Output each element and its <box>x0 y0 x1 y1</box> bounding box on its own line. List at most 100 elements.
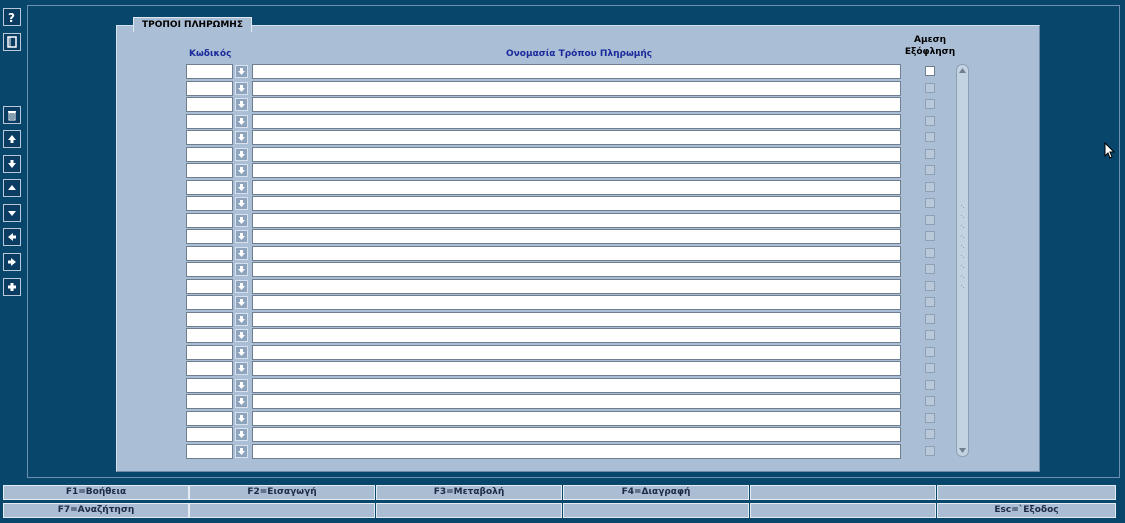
code-input[interactable] <box>186 81 233 96</box>
direct-settlement-checkbox[interactable] <box>925 165 935 175</box>
payment-method-name-input[interactable] <box>252 394 901 409</box>
payment-method-name-input[interactable] <box>252 295 901 310</box>
next-record-icon[interactable] <box>3 253 21 271</box>
direct-settlement-checkbox[interactable] <box>925 363 935 373</box>
payment-method-name-input[interactable] <box>252 180 901 195</box>
payment-method-name-input[interactable] <box>252 163 901 178</box>
code-input[interactable] <box>186 394 233 409</box>
code-input[interactable] <box>186 328 233 343</box>
add-icon[interactable] <box>3 278 21 296</box>
list-of-values-button[interactable] <box>235 164 248 177</box>
code-input[interactable] <box>186 130 233 145</box>
payment-method-name-input[interactable] <box>252 312 901 327</box>
list-of-values-button[interactable] <box>235 214 248 227</box>
code-input[interactable] <box>186 114 233 129</box>
direct-settlement-checkbox[interactable] <box>925 330 935 340</box>
payment-method-name-input[interactable] <box>252 246 901 261</box>
code-input[interactable] <box>186 279 233 294</box>
list-of-values-button[interactable] <box>235 131 248 144</box>
list-of-values-button[interactable] <box>235 346 248 359</box>
function-key-button[interactable]: F2=Εισαγωγή <box>189 485 375 500</box>
payment-method-name-input[interactable] <box>252 114 901 129</box>
direct-settlement-checkbox[interactable] <box>925 198 935 208</box>
list-of-values-button[interactable] <box>235 197 248 210</box>
direct-settlement-checkbox[interactable] <box>925 413 935 423</box>
code-input[interactable] <box>186 64 233 79</box>
list-of-values-button[interactable] <box>235 395 248 408</box>
direct-settlement-checkbox[interactable] <box>925 132 935 142</box>
payment-method-name-input[interactable] <box>252 147 901 162</box>
direct-settlement-checkbox[interactable] <box>925 380 935 390</box>
payment-method-name-input[interactable] <box>252 279 901 294</box>
direct-settlement-checkbox[interactable] <box>925 99 935 109</box>
function-key-button[interactable]: F3=Μεταβολή <box>376 485 562 500</box>
code-input[interactable] <box>186 295 233 310</box>
function-key-button[interactable]: F4=Διαγραφή <box>563 485 749 500</box>
direct-settlement-checkbox[interactable] <box>925 248 935 258</box>
direct-settlement-checkbox[interactable] <box>925 231 935 241</box>
function-key-button[interactable] <box>189 503 375 518</box>
book-icon[interactable] <box>3 33 21 51</box>
payment-method-name-input[interactable] <box>252 345 901 360</box>
code-input[interactable] <box>186 411 233 426</box>
code-input[interactable] <box>186 180 233 195</box>
function-key-button[interactable]: F7=Αναζήτηση <box>3 503 189 518</box>
list-of-values-button[interactable] <box>235 329 248 342</box>
payment-method-name-input[interactable] <box>252 328 901 343</box>
list-of-values-button[interactable] <box>235 428 248 441</box>
code-input[interactable] <box>186 163 233 178</box>
code-input[interactable] <box>186 97 233 112</box>
code-input[interactable] <box>186 378 233 393</box>
list-of-values-button[interactable] <box>235 115 248 128</box>
function-key-button[interactable]: Esc=`Εξοδος <box>937 503 1116 518</box>
direct-settlement-checkbox[interactable] <box>925 264 935 274</box>
code-input[interactable] <box>186 361 233 376</box>
code-input[interactable] <box>186 196 233 211</box>
list-of-values-button[interactable] <box>235 230 248 243</box>
direct-settlement-checkbox[interactable] <box>925 429 935 439</box>
vertical-scrollbar[interactable] <box>956 64 969 457</box>
function-key-button[interactable] <box>937 485 1116 500</box>
function-key-button[interactable] <box>563 503 749 518</box>
payment-method-name-input[interactable] <box>252 361 901 376</box>
prev-block-icon[interactable] <box>3 179 21 197</box>
function-key-button[interactable]: F1=Βοήθεια <box>3 485 189 500</box>
direct-settlement-checkbox[interactable] <box>925 446 935 456</box>
payment-method-name-input[interactable] <box>252 196 901 211</box>
help-icon[interactable]: ? <box>3 8 21 26</box>
list-of-values-button[interactable] <box>235 181 248 194</box>
list-of-values-button[interactable] <box>235 280 248 293</box>
payment-method-name-input[interactable] <box>252 378 901 393</box>
code-input[interactable] <box>186 427 233 442</box>
list-of-values-button[interactable] <box>235 65 248 78</box>
code-input[interactable] <box>186 246 233 261</box>
next-block-icon[interactable] <box>3 204 21 222</box>
code-input[interactable] <box>186 147 233 162</box>
payment-method-name-input[interactable] <box>252 97 901 112</box>
direct-settlement-checkbox[interactable] <box>925 314 935 324</box>
payment-method-name-input[interactable] <box>252 81 901 96</box>
list-of-values-button[interactable] <box>235 362 248 375</box>
direct-settlement-checkbox[interactable] <box>925 149 935 159</box>
code-input[interactable] <box>186 312 233 327</box>
function-key-button[interactable] <box>750 503 936 518</box>
list-of-values-button[interactable] <box>235 412 248 425</box>
payment-method-name-input[interactable] <box>252 229 901 244</box>
list-of-values-button[interactable] <box>235 247 248 260</box>
list-of-values-button[interactable] <box>235 445 248 458</box>
direct-settlement-checkbox[interactable] <box>925 116 935 126</box>
payment-method-name-input[interactable] <box>252 427 901 442</box>
list-of-values-button[interactable] <box>235 148 248 161</box>
prev-record-icon[interactable] <box>3 228 21 246</box>
payment-method-name-input[interactable] <box>252 213 901 228</box>
code-input[interactable] <box>186 345 233 360</box>
code-input[interactable] <box>186 444 233 459</box>
payment-method-name-input[interactable] <box>252 262 901 277</box>
code-input[interactable] <box>186 229 233 244</box>
direct-settlement-checkbox[interactable] <box>925 83 935 93</box>
payment-method-name-input[interactable] <box>252 64 901 79</box>
direct-settlement-checkbox[interactable] <box>925 66 935 76</box>
payment-method-name-input[interactable] <box>252 411 901 426</box>
function-key-button[interactable] <box>376 503 562 518</box>
list-of-values-button[interactable] <box>235 379 248 392</box>
